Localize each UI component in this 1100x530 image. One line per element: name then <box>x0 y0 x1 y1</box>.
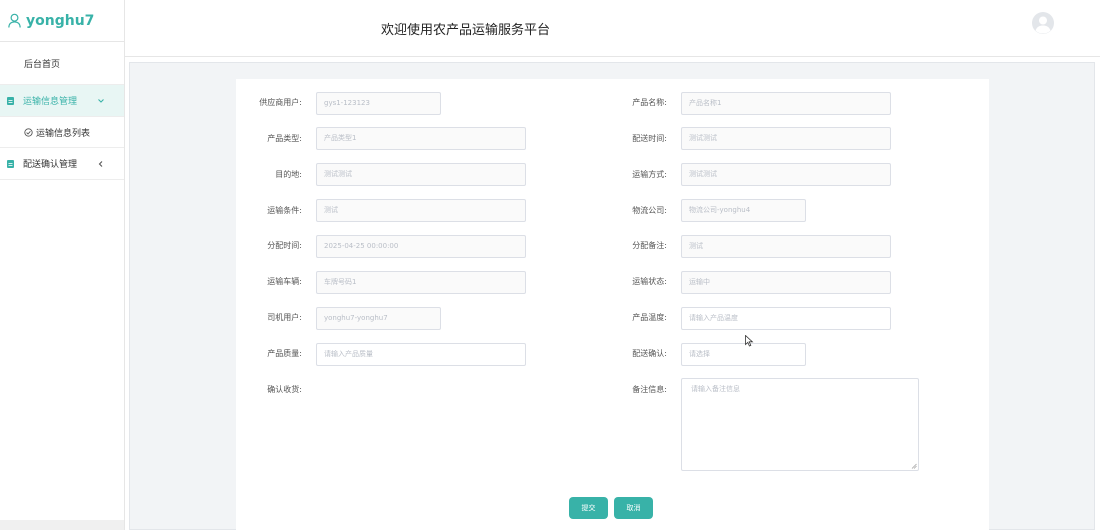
label-supplier-user: 供应商用户: <box>259 98 302 107</box>
remarks-placeholder: 请输入备注信息 <box>691 385 740 393</box>
supplier-user-field[interactable]: gys1-123123 <box>316 92 441 115</box>
check-circle-icon <box>24 127 33 137</box>
delivery-time-field[interactable]: 测试测试 <box>681 127 891 150</box>
transport-conditions-field[interactable]: 测试 <box>316 199 526 222</box>
page-title: 欢迎使用农产品运输服务平台 <box>381 23 551 38</box>
sidebar-item-home[interactable]: 后台首页 <box>0 42 124 85</box>
label-product-type: 产品类型: <box>267 134 302 143</box>
driver-user-field[interactable]: yonghu7-yonghu7 <box>316 307 441 330</box>
cancel-button[interactable]: 取消 <box>614 497 653 519</box>
sidebar-brand: yonghu7 <box>0 0 124 42</box>
product-quality-input[interactable]: 请输入产品质量 <box>316 343 526 366</box>
label-transport-method: 运输方式: <box>632 170 667 179</box>
label-delivery-confirm: 配送确认: <box>632 349 667 358</box>
transport-status-field[interactable]: 运输中 <box>681 271 891 294</box>
label-remarks: 备注信息: <box>632 385 667 394</box>
label-transport-conditions: 运输条件: <box>267 206 302 215</box>
user-icon <box>8 13 21 28</box>
sidebar-item-label: 配送确认管理 <box>23 160 78 170</box>
sidebar-item-label: 运输信息列表 <box>36 128 91 139</box>
product-temperature-input[interactable]: 请输入产品温度 <box>681 307 891 330</box>
label-transport-status: 运输状态: <box>632 277 667 286</box>
doc-icon <box>7 96 14 105</box>
avatar-icon[interactable] <box>1032 12 1054 34</box>
label-product-name: 产品名称: <box>632 98 667 107</box>
vehicle-field[interactable]: 车牌号码1 <box>316 271 526 294</box>
doc-icon <box>7 159 14 168</box>
header: 欢迎使用农产品运输服务平台 <box>125 0 1100 57</box>
label-vehicle: 运输车辆: <box>267 277 302 286</box>
label-assign-time: 分配时间: <box>267 241 302 250</box>
product-name-field[interactable]: 产品名称1 <box>681 92 891 115</box>
sidebar-scroll-strip <box>0 520 124 530</box>
chevron-down-icon <box>98 98 104 103</box>
resize-handle-icon[interactable] <box>911 463 917 469</box>
label-receipt-confirm: 确认收货: <box>267 385 302 394</box>
chevron-left-icon <box>98 160 103 167</box>
delivery-confirm-select[interactable]: 请选择 <box>681 343 806 366</box>
remarks-textarea[interactable]: 请输入备注信息 <box>681 378 919 471</box>
sidebar-item-delivery-confirm[interactable]: 配送确认管理 <box>0 148 124 180</box>
transport-method-field[interactable]: 测试测试 <box>681 163 891 186</box>
sidebar-item-transport-list[interactable]: 运输信息列表 <box>0 117 124 148</box>
label-product-quality: 产品质量: <box>267 349 302 358</box>
destination-field[interactable]: 测试测试 <box>316 163 526 186</box>
label-driver-user: 司机用户: <box>267 313 302 322</box>
logistics-company-field[interactable]: 物流公司-yonghu4 <box>681 199 806 222</box>
label-product-temperature: 产品温度: <box>632 313 667 322</box>
product-type-field[interactable]: 产品类型1 <box>316 127 526 150</box>
assign-note-field[interactable]: 测试 <box>681 235 891 258</box>
label-assign-note: 分配备注: <box>632 241 667 250</box>
label-destination: 目的地: <box>275 170 302 179</box>
label-logistics-company: 物流公司: <box>632 206 667 215</box>
label-delivery-time: 配送时间: <box>632 134 667 143</box>
sidebar-item-transport-info[interactable]: 运输信息管理 <box>0 85 124 117</box>
submit-button[interactable]: 提交 <box>569 497 608 519</box>
sidebar-item-label: 运输信息管理 <box>23 97 78 107</box>
assign-time-field[interactable]: 2025-04-25 00:00:00 <box>316 235 526 258</box>
cursor-icon <box>745 335 754 347</box>
username: yonghu7 <box>26 12 95 29</box>
sidebar: yonghu7 后台首页 运输信息管理 运输信息列表 配送确认管理 <box>0 0 125 530</box>
